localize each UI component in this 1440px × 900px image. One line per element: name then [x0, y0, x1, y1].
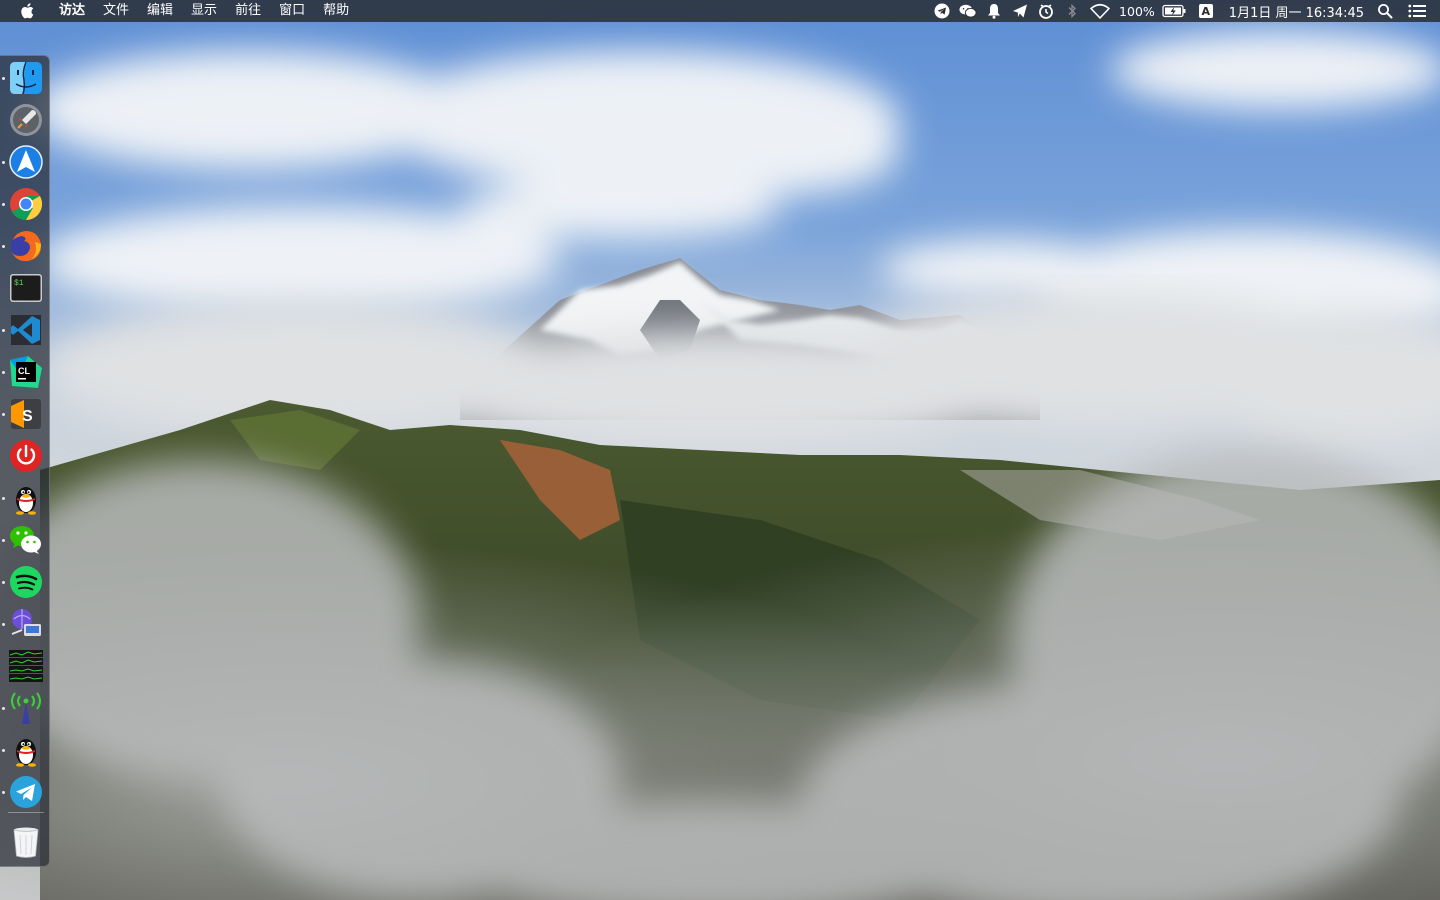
spotify-icon [10, 566, 42, 598]
running-indicator [2, 497, 5, 500]
wechat-tray-icon[interactable] [959, 0, 977, 22]
navigation-arrow-icon [9, 145, 43, 179]
running-indicator [2, 539, 5, 542]
dock-item-telegram[interactable] [8, 774, 44, 810]
running-indicator [2, 581, 5, 584]
svg-text:CL: CL [18, 366, 30, 376]
running-indicator [2, 203, 5, 206]
dock-item-firefox[interactable] [8, 228, 44, 264]
menu-edit[interactable]: 编辑 [138, 0, 182, 22]
dock-item-trash[interactable] [8, 824, 44, 860]
dock-item-spotify[interactable] [8, 564, 44, 600]
running-indicator [2, 329, 5, 332]
telegram-tray-icon[interactable] [933, 0, 951, 22]
dock-item-activity-monitor[interactable] [8, 648, 44, 684]
svg-text:S: S [22, 408, 33, 425]
sublime-icon: S [11, 399, 41, 429]
chrome-icon [10, 188, 43, 221]
bluetooth-icon[interactable] [1063, 0, 1081, 22]
wireless-antenna-icon [11, 692, 41, 724]
dock-item-finder[interactable] [8, 60, 44, 96]
vscode-icon [11, 315, 41, 345]
menu-bar-left: 访达 文件 编辑 显示 前往 窗口 帮助 [0, 0, 358, 22]
desktop-wallpaper [0, 0, 1440, 900]
qq-penguin-icon [16, 739, 36, 767]
finder-icon [10, 61, 42, 95]
menu-bar-status-area: 100% A 1月1日 周一 16:34:45 [929, 0, 1440, 22]
dock-item-terminal[interactable]: $1 [8, 270, 44, 306]
menu-help[interactable]: 帮助 [314, 0, 358, 22]
search-icon[interactable] [1376, 0, 1394, 22]
dock-item-chrome[interactable] [8, 186, 44, 222]
menu-bar: 访达 文件 编辑 显示 前往 窗口 帮助 100% A 1月1日 周一 16:3… [0, 0, 1440, 22]
menu-file[interactable]: 文件 [94, 0, 138, 22]
running-indicator [2, 413, 5, 416]
running-indicator [2, 371, 5, 374]
dock-item-vscode[interactable] [8, 312, 44, 348]
running-indicator [2, 245, 5, 248]
running-indicator [2, 623, 5, 626]
notification-bell-icon[interactable] [985, 0, 1003, 22]
trash-icon [13, 827, 39, 858]
running-indicator [2, 161, 5, 164]
menu-finder[interactable]: 访达 [50, 0, 94, 22]
notification-center-icon[interactable] [1408, 0, 1426, 22]
dock-item-wireless-diagnostics[interactable] [8, 690, 44, 726]
wechat-icon [10, 526, 41, 554]
svg-text:$1: $1 [14, 279, 24, 288]
dock-item-qq[interactable] [8, 480, 44, 516]
dock-item-wechat[interactable] [8, 522, 44, 558]
activity-monitor-icon [9, 650, 43, 682]
dock-item-navigation[interactable] [8, 144, 44, 180]
running-indicator [2, 749, 5, 752]
terminal-icon: $1 [10, 274, 42, 302]
dock-item-network-utility[interactable] [8, 606, 44, 642]
running-indicator [2, 707, 5, 710]
wifi-icon[interactable] [1089, 0, 1111, 22]
paper-plane-icon[interactable] [1011, 0, 1029, 22]
network-utility-icon [11, 609, 41, 636]
menu-bar-clock[interactable]: 1月1日 周一 16:34:45 [1229, 2, 1364, 21]
mountain-landscape-image [0, 0, 1440, 900]
dock-item-launchpad[interactable] [8, 102, 44, 138]
launchpad-rocket-icon [10, 104, 42, 136]
firefox-icon [11, 231, 42, 262]
dock-item-power[interactable] [8, 438, 44, 474]
running-indicator [2, 77, 5, 80]
apple-logo-icon[interactable] [20, 0, 36, 22]
dock: $1 CL S [0, 55, 50, 867]
clock-sync-icon[interactable] [1037, 0, 1055, 22]
power-icon [10, 440, 42, 472]
dock-item-clion[interactable]: CL [8, 354, 44, 390]
battery-charging-icon[interactable] [1161, 0, 1187, 22]
dock-item-sublime[interactable]: S [8, 396, 44, 432]
menu-window[interactable]: 窗口 [270, 0, 314, 22]
menu-go[interactable]: 前往 [226, 0, 270, 22]
dock-separator [8, 812, 44, 813]
telegram-icon [10, 776, 42, 808]
clion-icon: CL [10, 356, 42, 388]
dock-item-qq-2[interactable] [8, 732, 44, 768]
qq-penguin-icon [16, 487, 36, 515]
menu-view[interactable]: 显示 [182, 0, 226, 22]
battery-percentage[interactable]: 100% [1119, 4, 1155, 19]
running-indicator [2, 791, 5, 794]
input-source-indicator[interactable]: A [1198, 4, 1213, 18]
